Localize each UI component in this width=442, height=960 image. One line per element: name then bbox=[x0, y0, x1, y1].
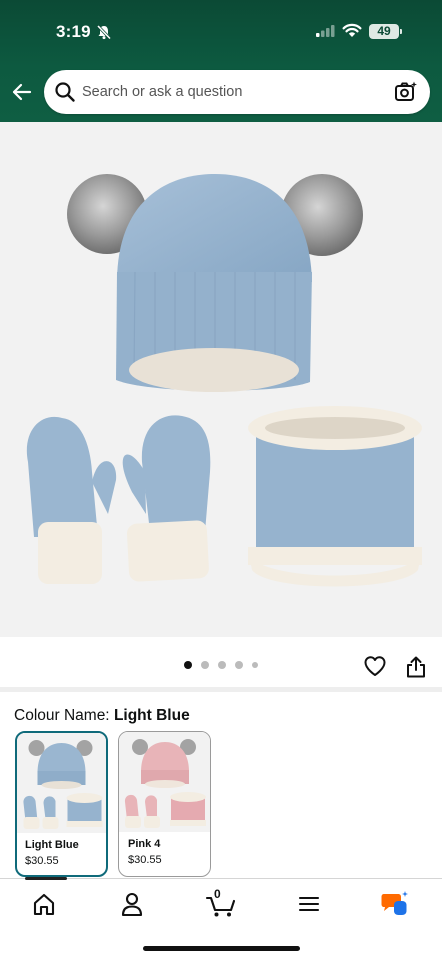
product-image bbox=[26, 174, 422, 587]
status-bar: 3:19 49 bbox=[0, 18, 442, 48]
search-bar[interactable] bbox=[44, 70, 430, 114]
cart-count: 0 bbox=[214, 887, 221, 901]
home-indicator bbox=[143, 946, 300, 951]
camera-search-icon[interactable] bbox=[394, 80, 418, 104]
cart-icon[interactable] bbox=[199, 889, 243, 919]
variant-price: $30.55 bbox=[128, 854, 162, 866]
variant-thumbnail bbox=[119, 732, 210, 832]
variant-name: Light Blue bbox=[25, 839, 79, 851]
mitten-left bbox=[26, 416, 117, 584]
colour-name-label: Colour Name: Light Blue bbox=[14, 707, 190, 725]
pagination-dot[interactable] bbox=[252, 662, 258, 668]
cellular-signal-icon bbox=[316, 25, 335, 37]
product-image-gallery[interactable] bbox=[0, 122, 442, 637]
home-icon[interactable] bbox=[22, 889, 66, 919]
colour-label-text: Colour Name: bbox=[14, 707, 110, 724]
nav-active-indicator bbox=[25, 877, 67, 880]
variant-swatch-light-blue[interactable]: Light Blue $30.55 bbox=[15, 731, 108, 877]
back-arrow-icon[interactable] bbox=[10, 80, 34, 104]
battery-tip bbox=[400, 29, 402, 34]
battery-indicator: 49 bbox=[369, 24, 399, 39]
section-divider bbox=[0, 687, 442, 692]
menu-icon[interactable] bbox=[287, 889, 331, 919]
rufus-icon[interactable] bbox=[375, 889, 419, 919]
silent-bell-icon bbox=[96, 24, 112, 40]
hat-fleece-lining bbox=[129, 348, 299, 392]
neck-warmer bbox=[248, 406, 422, 587]
app-header: 3:19 49 bbox=[0, 0, 442, 122]
account-icon[interactable] bbox=[110, 889, 154, 919]
variant-swatch-pink-4[interactable]: Pink 4 $30.55 bbox=[118, 731, 211, 877]
variant-name: Pink 4 bbox=[128, 838, 161, 850]
wifi-icon bbox=[342, 23, 362, 37]
pagination-dot-active[interactable] bbox=[184, 661, 192, 669]
pagination-dot[interactable] bbox=[218, 661, 226, 669]
pagination-dot[interactable] bbox=[201, 661, 209, 669]
variant-thumbnail bbox=[17, 733, 106, 833]
gallery-pagination[interactable] bbox=[184, 661, 258, 669]
variant-price: $30.55 bbox=[25, 855, 59, 867]
colour-value: Light Blue bbox=[113, 707, 190, 724]
pagination-dot[interactable] bbox=[235, 661, 243, 669]
heart-icon[interactable] bbox=[363, 654, 387, 678]
search-icon bbox=[55, 82, 75, 102]
status-time: 3:19 bbox=[56, 22, 91, 41]
share-icon[interactable] bbox=[405, 655, 427, 679]
mitten-right bbox=[122, 415, 211, 582]
hat-crown bbox=[117, 174, 312, 282]
search-input[interactable] bbox=[82, 70, 382, 114]
